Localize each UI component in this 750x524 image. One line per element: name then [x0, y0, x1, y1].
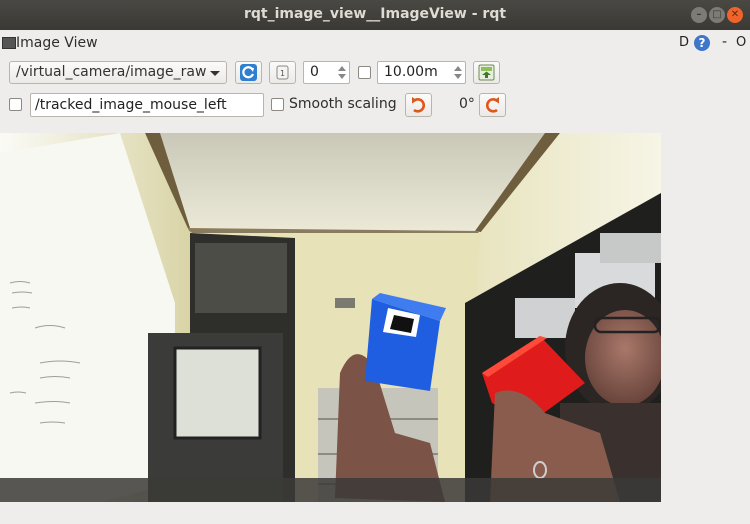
zoom-reset-icon: 1 — [276, 65, 289, 80]
chevron-down-icon — [210, 71, 220, 76]
mouse-publish-checkbox[interactable] — [9, 98, 22, 111]
minimize-plugin-button[interactable]: - — [722, 34, 727, 50]
save-image-icon — [478, 64, 495, 81]
status-area — [0, 502, 750, 524]
save-image-button[interactable] — [473, 61, 500, 84]
close-window-button[interactable]: ✕ — [727, 7, 743, 23]
refresh-icon — [240, 64, 257, 81]
topic-select-value: /virtual_camera/image_raw — [16, 64, 207, 80]
maximize-window-button[interactable]: □ — [709, 7, 725, 23]
camera-image[interactable] — [0, 133, 661, 502]
rotate-left-icon — [412, 97, 426, 113]
spin-down-icon[interactable] — [454, 74, 462, 79]
window-title: rqt_image_view__ImageView - rqt — [243, 6, 507, 22]
rotate-right-icon — [485, 97, 499, 113]
rotate-left-button[interactable] — [405, 93, 432, 117]
mouse-topic-input-value: /tracked_image_mouse_left — [35, 97, 227, 113]
window-titlebar: rqt_image_view__ImageView - rqt – □ ✕ — [0, 0, 750, 30]
mouse-topic-input[interactable]: /tracked_image_mouse_left — [30, 93, 264, 117]
spin-down-icon[interactable] — [338, 74, 346, 79]
zoom-1-button[interactable]: 1 — [269, 61, 296, 84]
dynamic-range-checkbox[interactable] — [358, 66, 371, 79]
plugin-icon — [2, 37, 16, 49]
minimize-window-button[interactable]: – — [691, 7, 707, 23]
max-depth-value: 10.00m — [384, 64, 438, 80]
dock-d-button[interactable]: D — [679, 35, 689, 50]
rotation-spinbox-value: 0 — [310, 64, 319, 80]
refresh-topics-button[interactable] — [235, 61, 262, 84]
help-icon[interactable]: ? — [694, 35, 710, 51]
camera-scene — [0, 133, 661, 502]
spin-up-icon[interactable] — [338, 66, 346, 71]
spin-up-icon[interactable] — [454, 66, 462, 71]
float-plugin-button[interactable]: O — [736, 35, 746, 50]
smooth-scaling-label: Smooth scaling — [289, 96, 397, 112]
rotation-spinbox[interactable]: 0 — [303, 61, 350, 84]
plugin-title: Image View — [16, 35, 98, 51]
max-depth-spinbox[interactable]: 10.00m — [377, 61, 466, 84]
plugin-header: Image View D ? - O — [0, 32, 750, 54]
topic-select[interactable]: /virtual_camera/image_raw — [9, 61, 227, 84]
rotate-right-button[interactable] — [479, 93, 506, 117]
svg-text:1: 1 — [280, 69, 285, 78]
smooth-scaling-checkbox[interactable] — [271, 98, 284, 111]
rotation-label: 0° — [459, 96, 475, 112]
